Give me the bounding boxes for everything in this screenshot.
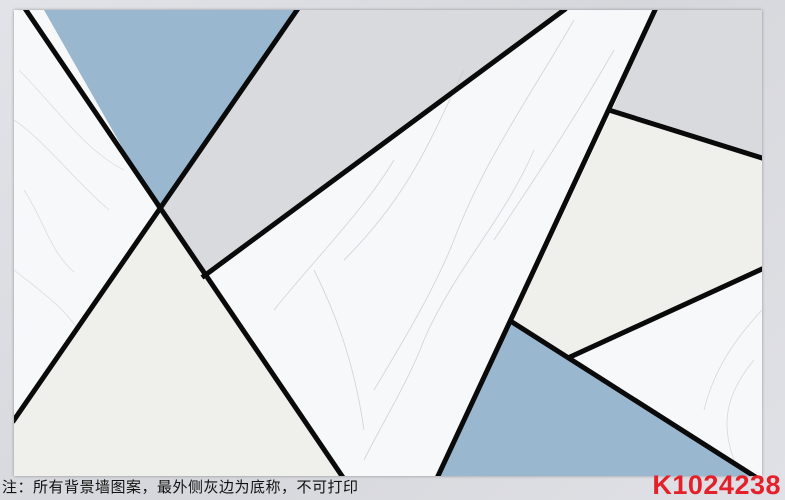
product-code: K1024238 (652, 470, 781, 500)
background-wall-artwork (14, 10, 762, 476)
geometric-pattern (14, 10, 762, 476)
printing-note: 注：所有背景墙图案，最外侧灰边为底称，不可打印 (2, 478, 359, 496)
screenshot-canvas: 注：所有背景墙图案，最外侧灰边为底称，不可打印 K1024238 (0, 0, 785, 500)
